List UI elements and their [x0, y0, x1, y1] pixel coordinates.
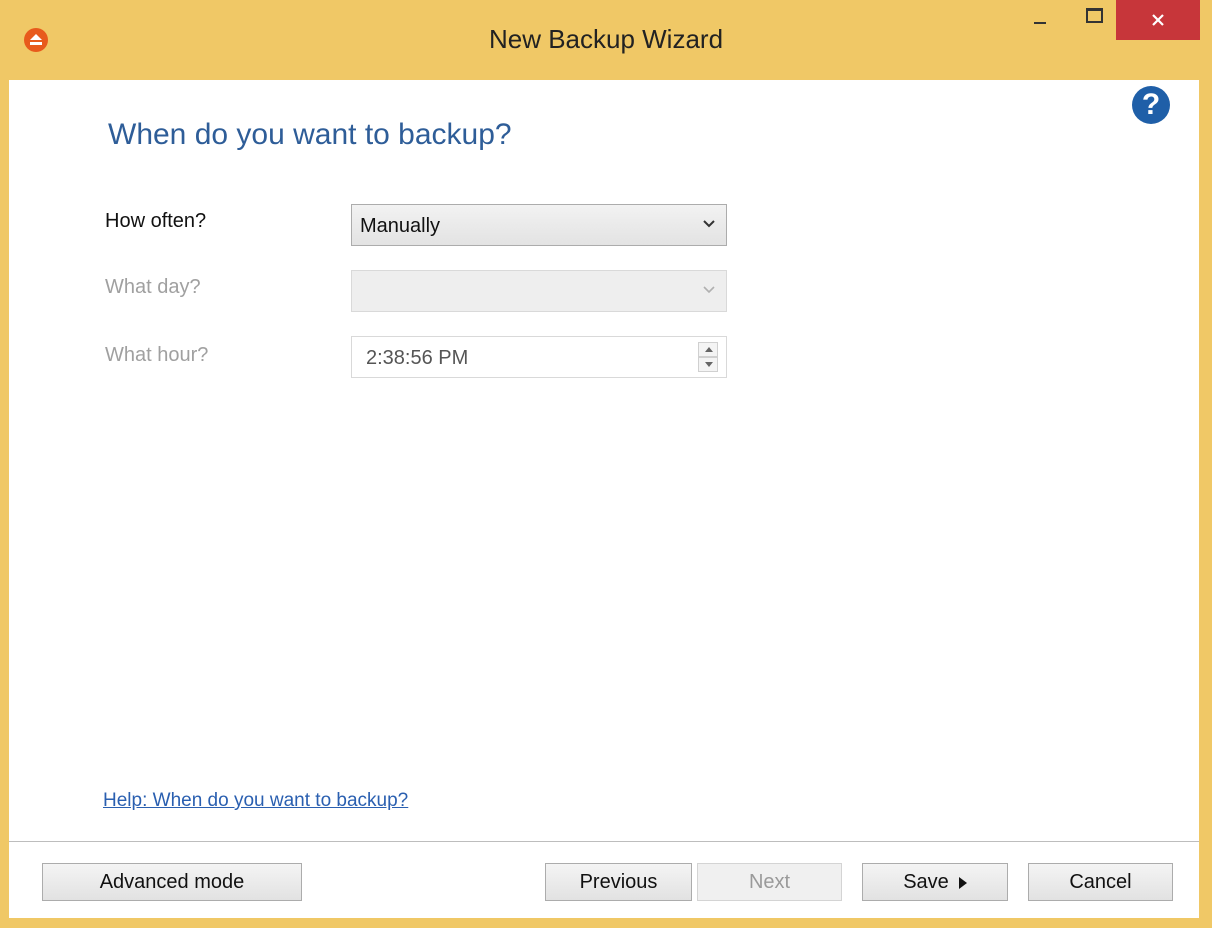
save-button[interactable]: Save [862, 863, 1008, 901]
minimize-icon[interactable] [1028, 0, 1054, 36]
title-bar[interactable]: New Backup Wizard [0, 0, 1212, 80]
what-hour-value: 2:38:56 PM [366, 347, 469, 369]
what-day-select[interactable] [351, 270, 727, 312]
spin-down-button[interactable] [698, 357, 718, 372]
how-often-label: How often? [105, 210, 207, 232]
spin-up-button[interactable] [698, 342, 718, 357]
what-hour-label: What hour? [105, 344, 209, 366]
advanced-mode-button[interactable]: Advanced mode [42, 863, 302, 901]
chevron-down-icon [703, 220, 715, 228]
wizard-window: New Backup Wizard ? When do you want to … [0, 0, 1212, 928]
arrow-down-icon [705, 362, 713, 367]
chevron-down-icon [703, 286, 715, 294]
caret-right-icon [958, 876, 967, 889]
page-title: When do you want to backup? [108, 118, 512, 151]
what-day-label: What day? [105, 276, 201, 298]
close-button[interactable] [1116, 0, 1200, 40]
how-often-value: Manually [360, 215, 441, 237]
close-icon [1152, 14, 1164, 26]
arrow-up-icon [705, 347, 713, 352]
how-often-select[interactable]: Manually [351, 204, 727, 246]
footer-divider [9, 841, 1199, 842]
previous-button[interactable]: Previous [545, 863, 692, 901]
what-hour-time-picker[interactable]: 2:38:56 PM [351, 336, 727, 378]
maximize-icon[interactable] [1080, 0, 1110, 36]
cancel-button[interactable]: Cancel [1028, 863, 1173, 901]
next-button[interactable]: Next [697, 863, 842, 901]
save-button-label: Save [903, 871, 949, 893]
wizard-content: ? When do you want to backup? How often?… [9, 80, 1199, 918]
help-question-icon[interactable]: ? [1132, 86, 1170, 124]
help-link[interactable]: Help: When do you want to backup? [103, 790, 408, 812]
